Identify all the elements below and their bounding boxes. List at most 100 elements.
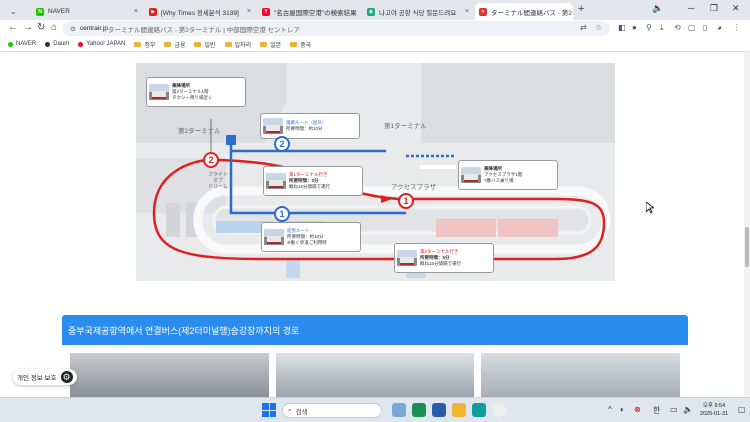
search-icon: ⌕ [288, 406, 292, 414]
bus-photo [149, 84, 169, 100]
chevron-down-icon: ⌄ [10, 7, 17, 16]
bookmark-label: Yahoo! JAPAN [86, 41, 126, 47]
chevron-up-icon[interactable]: ^ [608, 405, 612, 414]
browser-toolbar: ← → ↻ ⌂ ⚙ centrair.jp ターミナル間連絡バス - 第2ターミ… [0, 20, 750, 37]
address-host: centrair.jp [79, 25, 109, 32]
word-icon[interactable] [432, 403, 446, 417]
volume-icon[interactable]: 🔈 [683, 405, 693, 414]
network-icon[interactable]: ▭ [670, 405, 678, 414]
task-view-icon[interactable] [392, 403, 406, 417]
bookmark-label: 일자리 [234, 42, 252, 49]
tab-label: [Why Times 정세분석 3139] [161, 9, 239, 17]
red-parking [436, 219, 496, 237]
address-bar[interactable]: ⚙ centrair.jp ターミナル間連絡バス - 第2ターミナル | 中部国… [62, 21, 610, 36]
chat-icon: ◉ [367, 7, 375, 16]
sidebar-icon[interactable]: ▯ [703, 23, 707, 32]
home-button[interactable]: ⌂ [51, 22, 57, 33]
translate-icon[interactable]: ⇄ [580, 23, 587, 32]
back-button[interactable]: ← [8, 22, 18, 33]
search-placeholder: 검색 [295, 408, 308, 416]
bookmark-yahoo[interactable]: Yahoo! JAPAN [78, 41, 125, 47]
bookmark-label: 금융 [174, 42, 186, 49]
windows-taskbar: ⌕ 검색 ^ ◐ ⊗ 한 ▭ 🔈 오후 9:54 2025-01-31 ▢ [0, 397, 750, 422]
close-icon[interactable]: × [357, 8, 360, 15]
bus-photo [397, 250, 417, 266]
reload-button[interactable]: ↻ [37, 22, 45, 33]
tab-label: "名古屋国際空港"の検索結果 [274, 9, 357, 17]
walkway-photo [263, 118, 283, 134]
tab-whytimes[interactable]: ▶ [Why Times 정세분석 3139] × [145, 3, 255, 20]
marker-red-2: 2 [203, 152, 219, 168]
new-tab-button[interactable]: + [578, 3, 584, 15]
bus-photo [266, 173, 286, 189]
app-tray-icon[interactable]: ◐ [620, 405, 625, 414]
bookmark-folder-japan[interactable]: 일본 [260, 40, 281, 49]
profile-icon[interactable]: ◕ [717, 23, 722, 32]
clock-time: 오후 9:54 [702, 403, 726, 409]
close-icon[interactable]: × [243, 8, 251, 15]
edge-icon[interactable] [472, 403, 486, 417]
alert-icon[interactable]: ⊗ [634, 405, 641, 414]
tab-yahoo-search[interactable]: Y "名古屋国際空港"の検索結果 × [258, 3, 360, 20]
page-scrollbar[interactable] [744, 52, 750, 397]
menu-icon[interactable]: ⋮ [733, 23, 741, 32]
site-info-icon[interactable]: ⚙ [70, 25, 76, 33]
marker-blue-1: 1 [274, 206, 290, 222]
callout-text: 7番バス乗り場 [484, 178, 514, 183]
bookmark-folder-finance[interactable]: 금융 [164, 40, 185, 49]
photo-strip [70, 353, 681, 397]
japan-flag-icon[interactable]: ● [632, 23, 637, 32]
star-icon[interactable]: ☆ [595, 23, 602, 32]
excel-icon[interactable] [412, 403, 426, 417]
notification-icon[interactable]: ▢ [738, 405, 746, 414]
callout-walk-route: 徒歩ルート 所要時間：約10分 ※動く歩道ご利用時 [261, 222, 361, 252]
tab-question[interactable]: ◉ 나고야 공항 식당 질문드려요 × [363, 3, 473, 20]
window-close-icon[interactable]: ✕ [732, 3, 740, 14]
bookmark-label: 정부 [144, 42, 156, 49]
bookmark-label: 일본 [270, 42, 282, 49]
bookmark-folder-jobs[interactable]: 일자리 [224, 40, 252, 49]
maximize-icon[interactable]: ❐ [710, 3, 718, 14]
taskbar-search[interactable]: ⌕ 검색 [282, 403, 382, 418]
ime-indicator[interactable]: 한 [653, 405, 660, 416]
speaker-icon[interactable]: 🔈 [652, 3, 663, 14]
folder-icon [224, 41, 232, 47]
terminal1-building [421, 63, 615, 143]
close-icon[interactable]: × [130, 8, 138, 15]
download-icon[interactable]: ⤓ [660, 23, 664, 33]
tab-search-icon[interactable]: ▢ [688, 23, 696, 32]
extension-icon[interactable]: ◧ [618, 23, 626, 32]
windows-start-icon[interactable] [262, 403, 276, 417]
file-explorer-icon[interactable] [452, 403, 466, 417]
scrollbar-thumb[interactable] [745, 227, 749, 267]
forward-button[interactable]: → [23, 22, 33, 33]
bookmark-folder-gov[interactable]: 정부 [134, 40, 155, 49]
tab-centrair[interactable]: ✈ ターミナル間連絡バス - 第2ターミ × [475, 3, 573, 20]
system-clock[interactable]: 오후 9:54 2025-01-31 [696, 402, 732, 418]
history-icon[interactable]: ⟲ [674, 23, 681, 32]
bus-photo [461, 167, 481, 183]
privacy-settings-button[interactable]: 개인 정보 보호 ⚙ [13, 369, 77, 385]
callout-text: 概ね15分間隔で運行 [420, 261, 462, 266]
tab-bar: ⌄ N NAVER × ▶ [Why Times 정세분석 3139] × Y … [0, 0, 750, 20]
terminal1-label: 第1ターミナル [384, 123, 427, 130]
close-icon[interactable]: × [461, 8, 469, 15]
minimize-icon[interactable]: ─ [688, 3, 694, 13]
tab-search[interactable]: ⌄ [6, 3, 28, 20]
naver-icon [8, 41, 13, 47]
parking-block [166, 203, 180, 237]
red-parking [498, 219, 558, 237]
bookmark-naver[interactable]: NAVER [8, 41, 36, 47]
callout-text: 概ね15分間隔で運行 [289, 184, 331, 189]
youtube-icon: ▶ [149, 7, 157, 16]
route-arrow [381, 195, 392, 203]
folder-icon [164, 41, 172, 47]
mouse-cursor-icon [646, 202, 654, 214]
bookmark-folder-china[interactable]: 중국 [290, 40, 311, 49]
chrome-icon[interactable] [492, 403, 506, 417]
bookmark-daum[interactable]: Daum [45, 41, 69, 47]
bookmark-label: NAVER [16, 41, 37, 47]
puzzle-icon[interactable]: ⚲ [646, 23, 652, 32]
tab-naver[interactable]: N NAVER × [32, 3, 142, 20]
bookmark-folder-general[interactable]: 일반 [194, 40, 216, 49]
